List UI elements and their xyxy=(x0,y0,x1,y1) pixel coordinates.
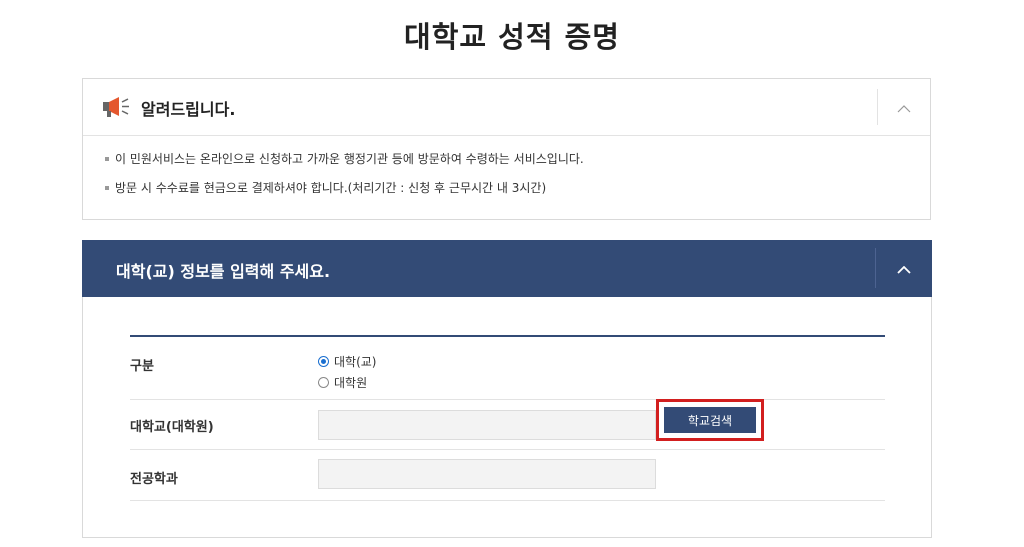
school-row: 대학교(대학원) 학교검색 xyxy=(130,399,885,450)
notice-title: 알려드립니다. xyxy=(141,100,236,119)
bullet-icon xyxy=(105,157,109,161)
notice-line-text: 이 민원서비스는 온라인으로 신청하고 가까운 행정기관 등에 방문하여 수령하… xyxy=(115,152,584,166)
radio-unselected-icon[interactable] xyxy=(318,377,329,388)
form-header-title: 대학(교) 정보를 입력해 주세요. xyxy=(116,262,331,281)
school-search-button[interactable]: 학교검색 xyxy=(664,407,756,433)
notice-header: 알려드립니다. xyxy=(83,79,930,136)
highlight-box: 학교검색 xyxy=(656,399,764,441)
major-input[interactable] xyxy=(318,459,656,489)
form-header: 대학(교) 정보를 입력해 주세요. xyxy=(82,240,932,297)
major-row: 전공학과 xyxy=(130,450,885,501)
notice-line-text: 방문 시 수수료를 현금으로 결제하셔야 합니다.(처리기간 : 신청 후 근무… xyxy=(115,181,547,195)
chevron-up-icon xyxy=(897,98,911,117)
school-label: 대학교(대학원) xyxy=(130,420,214,435)
radio-selected-icon[interactable] xyxy=(318,356,329,367)
notice-collapse-button[interactable] xyxy=(877,89,930,125)
radio-graduate-school[interactable]: 대학원 xyxy=(318,374,367,391)
radio-graduate-label: 대학원 xyxy=(334,376,368,390)
radio-university-label: 대학(교) xyxy=(334,355,377,369)
chevron-up-icon xyxy=(897,259,911,278)
type-label: 구분 xyxy=(130,359,154,374)
page-title: 대학교 성적 증명 xyxy=(404,20,620,54)
major-label: 전공학과 xyxy=(130,472,178,487)
megaphone-icon xyxy=(102,96,132,118)
notice-line: 이 민원서비스는 온라인으로 신청하고 가까운 행정기관 등에 방문하여 수령하… xyxy=(105,152,930,166)
school-input[interactable] xyxy=(318,410,656,440)
form-table: 구분 대학(교) 대학원 대학교(대학원) 학교검색 전공학과 xyxy=(130,335,885,501)
notice-panel: 알려드립니다. 이 민원서비스는 온라인으로 신청하고 가까운 행정기관 등에 … xyxy=(82,78,931,220)
school-info-panel: 대학(교) 정보를 입력해 주세요. 구분 대학(교) 대학원 대학교(대학원)… xyxy=(82,240,932,538)
type-row: 구분 대학(교) 대학원 xyxy=(130,337,885,400)
radio-university[interactable]: 대학(교) xyxy=(318,353,376,370)
notice-line: 방문 시 수수료를 현금으로 결제하셔야 합니다.(처리기간 : 신청 후 근무… xyxy=(105,181,930,195)
bullet-icon xyxy=(105,186,109,190)
notice-body: 이 민원서비스는 온라인으로 신청하고 가까운 행정기관 등에 방문하여 수령하… xyxy=(83,136,930,195)
form-collapse-button[interactable] xyxy=(876,248,932,288)
